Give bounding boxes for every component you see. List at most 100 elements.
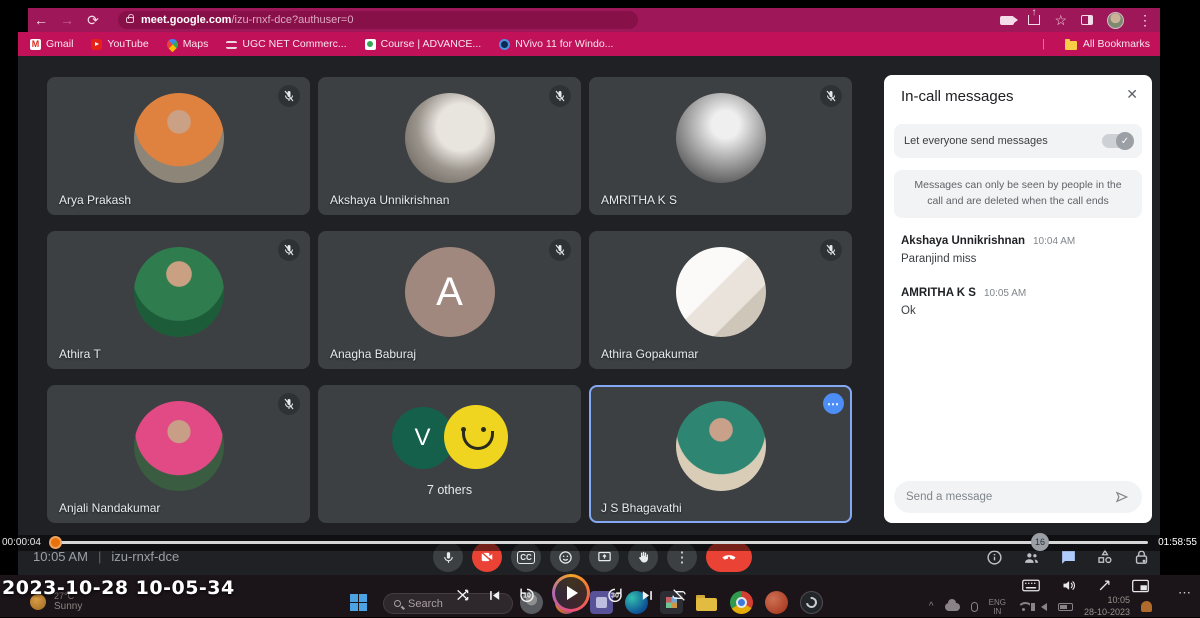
participant-tile-anagha-baburaj[interactable]: A Anagha Baburaj xyxy=(318,231,581,369)
bookmark-ugc[interactable]: UGC NET Commerc... xyxy=(226,38,346,50)
mic-off-icon xyxy=(549,239,571,261)
fullscreen-icon[interactable] xyxy=(1097,578,1112,593)
participant-tile-akshaya-unnikrishnan[interactable]: Akshaya Unnikrishnan xyxy=(318,77,581,215)
message-sender: Akshaya Unnikrishnan xyxy=(901,235,1025,247)
participant-tile-others[interactable]: V 7 others xyxy=(318,385,581,523)
taskbar-icon-file-explorer[interactable] xyxy=(695,591,718,614)
player-more-icon[interactable]: ⋯ xyxy=(1178,585,1192,601)
folder-icon xyxy=(1065,41,1077,50)
bookmark-course[interactable]: Course | ADVANCE... xyxy=(365,38,482,50)
bookmark-label: YouTube xyxy=(107,38,148,50)
mic-off-icon xyxy=(820,85,842,107)
nvivo-icon xyxy=(499,39,510,50)
people-icon[interactable] xyxy=(1022,549,1041,566)
mic-off-icon xyxy=(820,239,842,261)
divider: | xyxy=(98,549,101,564)
rewind-10-icon[interactable]: 10 xyxy=(518,586,536,604)
language-line2: IN xyxy=(989,607,1006,616)
close-icon[interactable]: ✕ xyxy=(1126,86,1138,103)
next-track-icon[interactable] xyxy=(640,588,655,603)
seek-track[interactable] xyxy=(55,541,1148,544)
course-icon xyxy=(365,39,376,50)
tile-options-icon[interactable]: ⋯ xyxy=(823,393,844,414)
participant-name: Arya Prakash xyxy=(59,193,131,207)
pip-icon[interactable] xyxy=(1132,579,1149,593)
participant-name: Akshaya Unnikrishnan xyxy=(330,193,449,207)
shuffle-off-icon[interactable] xyxy=(455,587,471,603)
tray-clock[interactable]: 10:05 28-10-2023 xyxy=(1084,595,1130,618)
weather-desc: Sunny xyxy=(54,601,82,612)
bookmark-label: UGC NET Commerc... xyxy=(242,38,346,50)
taskbar-icon-chrome[interactable] xyxy=(730,591,753,614)
participant-tile-athira-gopakumar[interactable]: Athira Gopakumar xyxy=(589,231,852,369)
system-tray: ^ ENG IN 10:05 28-10-2023 xyxy=(929,595,1152,618)
side-panel-icon[interactable] xyxy=(1081,15,1093,25)
address-bar[interactable]: meet.google.com/izu-rnxf-dce?authuser=0 xyxy=(118,11,638,29)
forward-30-icon[interactable]: 30 xyxy=(606,586,624,604)
participant-tile-amritha-k-s[interactable]: AMRITHA K S xyxy=(589,77,852,215)
message-time: 10:05 AM xyxy=(984,288,1026,299)
mic-off-icon xyxy=(278,85,300,107)
participant-tile-athira-t[interactable]: Athira T xyxy=(47,231,310,369)
taskbar-icon-powerpoint[interactable] xyxy=(765,591,788,614)
rewind-seconds-label: 10 xyxy=(523,592,531,599)
participant-name: AMRITHA K S xyxy=(601,193,677,207)
start-button[interactable] xyxy=(350,594,367,611)
tray-mic-icon[interactable] xyxy=(971,602,978,612)
repeat-off-icon[interactable] xyxy=(671,587,687,603)
mic-off-icon xyxy=(278,239,300,261)
wifi-icon[interactable] xyxy=(1017,602,1030,612)
chat-input[interactable] xyxy=(906,491,1114,503)
participant-tile-anjali-nandakumar[interactable]: Anjali Nandakumar xyxy=(47,385,310,523)
chat-message: Akshaya Unnikrishnan 10:04 AM Paranjind … xyxy=(901,235,1136,265)
host-controls-lock-icon[interactable] xyxy=(1133,549,1150,566)
reload-icon[interactable]: ⟳ xyxy=(80,12,106,29)
others-avatars: V xyxy=(392,405,508,471)
notification-bell-icon[interactable] xyxy=(1141,601,1152,612)
participant-avatar xyxy=(405,93,495,183)
total-duration: 01:58:55 xyxy=(1158,537,1197,548)
play-button[interactable] xyxy=(552,574,590,612)
message-input-row xyxy=(894,481,1142,513)
bookmark-nvivo[interactable]: NVivo 11 for Windo... xyxy=(499,38,613,50)
video-seekbar: 00:00:04 16 01:58:55 xyxy=(0,535,1200,551)
bookmark-maps[interactable]: Maps xyxy=(167,38,209,50)
bookmark-label: Maps xyxy=(183,38,209,50)
participant-tile-j-s-bhagavathi[interactable]: ⋯ J S Bhagavathi xyxy=(589,385,852,523)
recording-timestamp-overlay: 2023-10-28 10-05-34 xyxy=(2,577,235,599)
message-text: Paranjind miss xyxy=(901,253,1136,265)
chat-icon[interactable] xyxy=(1060,549,1077,566)
back-icon[interactable]: ← xyxy=(28,12,54,28)
send-icon[interactable] xyxy=(1114,489,1130,505)
profile-avatar[interactable] xyxy=(1107,12,1124,29)
info-icon[interactable] xyxy=(986,549,1003,566)
bookmark-star-icon[interactable]: ☆ xyxy=(1054,13,1067,27)
smiley-avatar xyxy=(444,405,508,469)
tray-chevron-up-icon[interactable]: ^ xyxy=(929,601,934,612)
battery-icon[interactable] xyxy=(1058,603,1073,611)
camera-indicator-icon[interactable] xyxy=(1000,16,1014,25)
playhead-handle[interactable] xyxy=(49,536,62,549)
toggle-check-icon: ✓ xyxy=(1116,132,1134,150)
browser-toolbar: ← → ⟳ meet.google.com/izu-rnxf-dce?authu… xyxy=(28,8,1160,32)
forward-icon[interactable]: → xyxy=(54,12,80,28)
bookmark-gmail[interactable]: M Gmail xyxy=(30,38,73,50)
previous-track-icon[interactable] xyxy=(487,588,502,603)
onedrive-cloud-icon[interactable] xyxy=(945,603,960,611)
elapsed-time: 00:00:04 xyxy=(2,537,41,548)
all-bookmarks-button[interactable]: All Bookmarks xyxy=(1083,38,1150,50)
screen: ← → ⟳ meet.google.com/izu-rnxf-dce?authu… xyxy=(0,0,1200,617)
participant-tile-arya-prakash[interactable]: Arya Prakash xyxy=(47,77,310,215)
volume-icon[interactable] xyxy=(1041,603,1047,611)
taskbar-icon-obs[interactable] xyxy=(800,591,823,614)
messages-toggle[interactable]: ✓ xyxy=(1102,134,1132,148)
browser-menu-icon[interactable]: ⋮ xyxy=(1138,13,1152,27)
participant-grid: Arya Prakash Akshaya Unnikrishnan AMRITH… xyxy=(47,77,852,523)
keyboard-icon[interactable] xyxy=(1022,579,1040,592)
language-indicator[interactable]: ENG IN xyxy=(989,598,1006,616)
divider: | xyxy=(1042,38,1045,50)
share-icon[interactable] xyxy=(1028,15,1040,25)
message-time: 10:04 AM xyxy=(1033,236,1075,247)
player-volume-icon[interactable] xyxy=(1060,578,1077,593)
bookmark-youtube[interactable]: YouTube xyxy=(91,38,148,50)
